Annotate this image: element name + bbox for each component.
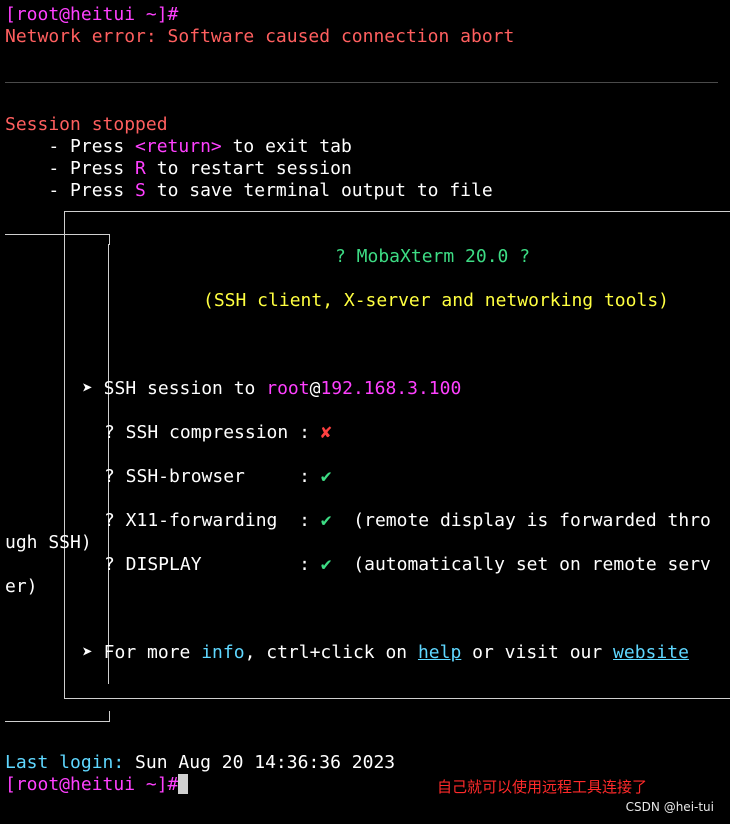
feature-x11-forwarding: ? X11-forwarding : ✔ (remote display is … [104, 510, 711, 531]
feature-display: ? DISPLAY : ✔ (automatically set on remo… [104, 554, 711, 575]
ssh-session-line: ➤ SSH session to root@192.168.3.100 [82, 378, 462, 399]
annotation-text: 自己就可以使用远程工具连接了 [437, 778, 648, 796]
banner-frame-top-wrap [5, 234, 110, 245]
check-icon: ✔ [320, 510, 332, 531]
ssh-host: 192.168.3.100 [320, 378, 462, 399]
option-key: R [135, 158, 146, 179]
cross-icon: ✘ [320, 422, 332, 443]
separator-line [5, 82, 718, 83]
check-icon: ✔ [320, 466, 332, 487]
option-key: S [135, 180, 146, 201]
last-login-line: Last login: Sun Aug 20 14:36:36 2023 [5, 752, 396, 773]
feature-ssh-browser: ? SSH-browser : ✔ [104, 466, 332, 487]
check-icon: ✔ [320, 554, 332, 575]
banner-frame-left [64, 221, 65, 693]
terminal-cursor [178, 774, 189, 794]
session-stopped-line: Session stopped [5, 114, 168, 135]
x11-wrap-line: ugh SSH) [5, 532, 92, 553]
banner-title: ? MobaXterm 20.0 ? [335, 246, 531, 267]
banner-subtitle: (SSH client, X-server and networking too… [203, 290, 669, 311]
display-wrap-line: er) [5, 576, 38, 597]
prompt-line: [root@heitui ~]# [5, 4, 179, 25]
more-info-line: ➤ For more info, ctrl+click on help or v… [82, 642, 689, 663]
last-login-label: Last login: [5, 752, 125, 773]
option-key: <return> [135, 136, 222, 157]
website-link[interactable]: website [613, 642, 689, 663]
ssh-user: root [266, 378, 310, 399]
banner-frame-inner [108, 244, 109, 684]
watermark: CSDN @hei-tui [625, 800, 714, 814]
terminal-prompt[interactable]: [root@heitui ~]# [5, 774, 189, 796]
banner-frame-bottom-wrap [5, 711, 110, 722]
info-link[interactable]: info [201, 642, 244, 663]
option-exit-tab: - Press <return> to exit tab [5, 136, 352, 157]
option-restart-session: - Press R to restart session [5, 158, 352, 179]
option-save-output: - Press S to save terminal output to fil… [5, 180, 493, 201]
banner-frame-bottom [64, 688, 730, 699]
network-error-line: Network error: Software caused connectio… [5, 26, 515, 47]
help-link[interactable]: help [418, 642, 461, 663]
feature-ssh-compression: ? SSH compression : ✘ [104, 422, 332, 443]
banner-frame-top [64, 211, 730, 222]
